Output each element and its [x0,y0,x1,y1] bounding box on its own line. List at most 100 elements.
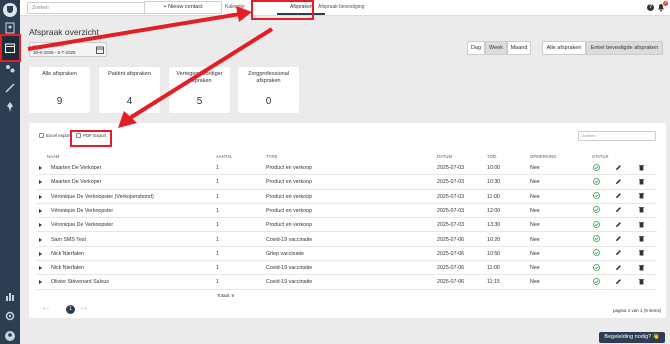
edit-icon[interactable] [615,206,622,213]
table-row[interactable]: Sam SMS Test 1 Covid-19 vaccinatie 2025-07-… [37,233,657,247]
expand-row-icon[interactable] [39,251,42,256]
table-row[interactable]: Véronique De Verkoopster 1 Product en verk… [37,204,657,219]
delete-icon[interactable] [638,164,645,171]
delete-icon[interactable] [638,264,645,271]
col-datum[interactable]: DATUM [437,154,452,159]
edit-icon[interactable] [615,264,622,271]
pagination-prev[interactable]: « ‹ [43,306,49,312]
cell-naam: Véronique De Verkoopster [51,207,114,214]
pin-icon[interactable] [4,101,16,113]
stat-value: 9 [56,96,63,107]
status-check-icon[interactable] [593,220,600,228]
app-logo[interactable] [3,3,17,17]
table-row[interactable]: Véronique De Verkoopster 1 Product en verk… [37,218,657,233]
cell-datum: 2025-07-03 [437,207,465,214]
status-check-icon[interactable] [593,206,600,214]
syringe-icon[interactable] [4,82,16,94]
calendar-icon[interactable] [96,46,104,54]
account-icon[interactable] [4,330,16,342]
table-header: NAAM AANTAL TYPE DATUM TOD. OPMERKING ST… [29,153,666,161]
cell-datum: 2025-07-06 [437,236,465,243]
filter-confirmed-button[interactable]: Enkel bevestigde afspraken [586,41,663,55]
edit-icon[interactable] [615,192,622,199]
tab-afspraak-bevestiging[interactable]: Afspraak bevestiging [318,4,364,10]
edit-icon[interactable] [615,235,622,242]
status-check-icon[interactable] [593,263,600,271]
reports-icon[interactable] [4,290,16,302]
expand-row-icon[interactable] [39,266,42,271]
cell-naam: Véronique De Verkoopster [51,222,114,229]
table-row[interactable]: Maarten De Verkoper 1 Product en verkoop 20… [37,161,657,176]
expand-row-icon[interactable] [39,180,42,185]
expand-row-icon[interactable] [39,166,42,170]
view-month-button[interactable]: Maand [507,41,531,55]
settings-icon[interactable] [4,310,16,322]
edit-icon[interactable] [615,278,622,285]
col-tijd[interactable]: TOD. [487,154,497,159]
cell-tijd: 10:30 [487,179,501,186]
cell-aantal: 1 [216,207,219,214]
search-input[interactable]: Zoeken [27,2,155,14]
cell-aantal: 1 [216,265,219,272]
cell-naam: Nick Nierfalen [51,265,84,272]
col-opmerking[interactable]: OPMERKING [530,154,557,159]
table-row[interactable]: Olivier Stévenard Salvus 1 Covid-19 vaccin… [37,275,657,290]
cell-type: Covid-19 vaccinatie [266,265,313,272]
status-check-icon[interactable] [593,277,600,285]
cell-type: Product en verkoop [266,165,312,171]
page-title: Afspraak overzicht [29,27,99,37]
stat-label: Vertegenwoordiger afspraken [176,71,223,84]
cell-tijd: 11:15 [487,279,500,286]
filter-all-button[interactable]: Alle afspraken [542,41,586,55]
view-week-button[interactable]: Week [485,41,507,55]
stat-card-professional: Zorgprofessional afspraken 0 [238,67,299,113]
contacts-icon[interactable] [4,22,16,34]
expand-row-icon[interactable] [39,280,42,285]
edit-icon[interactable] [615,249,622,256]
edit-icon[interactable] [615,221,622,228]
col-aantal[interactable]: AANTAL [216,154,233,159]
delete-icon[interactable] [638,206,645,213]
edit-icon[interactable] [615,164,622,171]
people-icon[interactable] [4,63,16,75]
expand-row-icon[interactable] [39,194,42,199]
table-row[interactable]: Nick Nierfalen 1 Griep vaccinatie 2025-07-0… [37,247,657,262]
status-check-icon[interactable] [593,249,600,257]
excel-export-button[interactable]: Excel export [39,133,71,138]
delete-icon[interactable] [638,249,645,256]
table-row[interactable]: Nick Nierfalen 1 Covid-19 vaccinatie 2025-0… [37,261,657,276]
pagination-next[interactable]: › » [81,306,87,312]
date-range-picker[interactable]: Selecteer datum bereik 30-6-2025 - 6-7-2… [29,42,107,57]
delete-icon[interactable] [638,178,645,185]
cell-type: Covid-19 vaccinatie [266,236,313,243]
delete-icon[interactable] [638,221,645,228]
status-check-icon[interactable] [593,192,600,199]
expand-row-icon[interactable] [39,237,42,242]
cell-aantal: 1 [216,165,219,171]
status-check-icon[interactable] [593,235,600,242]
table-row[interactable]: Véronique De Verkoopster (Verkopersbond)… [37,190,657,204]
view-day-button[interactable]: Dag [467,41,485,55]
help-chat-button[interactable]: Begeleiding nodig? 👋 [599,332,665,343]
help-icon[interactable]: ? [647,4,654,11]
status-check-icon[interactable] [593,163,600,171]
col-naam[interactable]: NAAM [47,154,60,159]
expand-row-icon[interactable] [39,223,42,228]
pagination-current[interactable]: 1 [66,305,75,314]
col-type[interactable]: TYPE [266,154,277,159]
stat-value: 5 [196,96,203,107]
delete-icon[interactable] [638,192,645,199]
delete-icon[interactable] [638,235,645,242]
status-check-icon[interactable] [593,177,600,185]
edit-icon[interactable] [615,178,622,185]
col-status[interactable]: STATUS [592,154,609,159]
new-contact-button[interactable]: + Nieuw contact [144,1,222,14]
cell-naam: Maarten De Verkoper [51,179,102,186]
expand-row-icon[interactable] [39,208,42,213]
cell-datum: 2025-07-06 [437,279,465,286]
table-search-input[interactable]: Zoeken [578,131,656,141]
delete-icon[interactable] [638,278,645,285]
cell-aantal: 1 [216,179,219,186]
table-row[interactable]: Maarten De Verkoper 1 Product en verkoop 20… [37,175,657,190]
tab-kalender[interactable]: Kalender [225,4,245,10]
